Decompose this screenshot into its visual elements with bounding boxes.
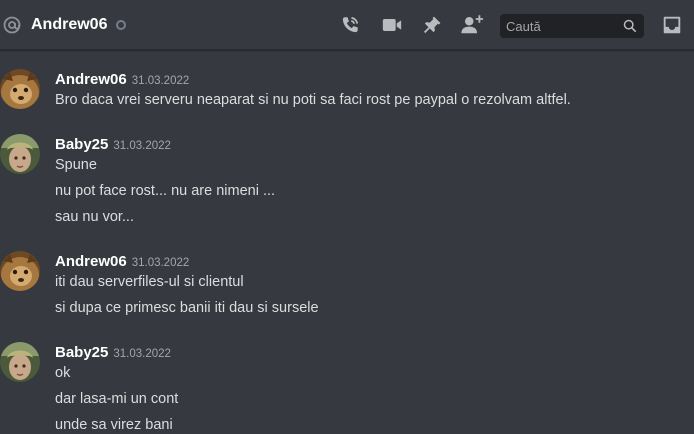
message-text: ok: [55, 365, 71, 381]
message-header: Andrew06 31.03.2022: [55, 69, 189, 91]
message-group: Baby25 31.03.2022 Spune nu pot face rost.…: [0, 134, 694, 229]
message-list: Andrew06 31.03.2022 Bro daca vrei serveru…: [0, 51, 694, 434]
message-header: Andrew06 31.03.2022: [55, 251, 189, 273]
search-box[interactable]: [500, 14, 644, 38]
offline-status-icon: [116, 20, 126, 30]
author-name[interactable]: Baby25: [55, 344, 108, 361]
message-group: Andrew06 31.03.2022 iti dau serverfiles-u…: [0, 251, 694, 321]
start-video-call-icon: [382, 19, 402, 31]
message-text: iti dau serverfiles-ul si clientul: [55, 274, 244, 290]
dm-header: Andrew06: [0, 0, 694, 50]
author-name[interactable]: Andrew06: [55, 253, 127, 270]
search-input[interactable]: [500, 14, 618, 38]
inbox-icon: [663, 16, 681, 34]
at-icon: [3, 16, 21, 34]
avatar[interactable]: [0, 251, 40, 291]
add-friends-to-dm-icon: [461, 15, 484, 34]
avatar[interactable]: [0, 134, 40, 174]
message-timestamp: 31.03.2022: [131, 257, 190, 269]
message-timestamp: 31.03.2022: [131, 75, 190, 87]
add-friends-to-dm-button[interactable]: [460, 13, 484, 37]
inbox-button[interactable]: [660, 13, 684, 37]
author-name[interactable]: Andrew06: [55, 71, 127, 88]
message-text: Spune: [55, 157, 97, 173]
message-header: Baby25 31.03.2022: [55, 342, 171, 364]
message-text: unde sa virez bani: [55, 417, 173, 433]
dm-window: Andrew06 Caută Andrew06 31.03.2022 Bro d…: [0, 0, 694, 434]
avatar[interactable]: [0, 342, 40, 382]
message-text: sau nu vor...: [55, 209, 134, 225]
search-icon[interactable]: [623, 19, 637, 33]
message-text: si dupa ce primesc banii iti dau si surs…: [55, 300, 319, 316]
message-group: Baby25 31.03.2022 ok dar lasa-mi un cont …: [0, 342, 694, 434]
start-video-call-button[interactable]: [380, 13, 404, 37]
start-voice-call-icon: [342, 16, 359, 33]
message-text: Bro daca vrei serveru neaparat si nu pot…: [55, 92, 571, 108]
pinned-messages-icon: [423, 16, 441, 34]
message-header: Baby25 31.03.2022: [55, 134, 171, 156]
pinned-messages-button[interactable]: [420, 13, 444, 37]
dm-title: Andrew06: [31, 16, 108, 33]
message-timestamp: 31.03.2022: [113, 348, 171, 360]
message-group: Andrew06 31.03.2022 Bro daca vrei serveru…: [0, 69, 694, 113]
author-name[interactable]: Baby25: [55, 136, 108, 153]
message-timestamp: 31.03.2022: [113, 140, 171, 152]
avatar[interactable]: [0, 69, 40, 109]
message-text: dar lasa-mi un cont: [55, 391, 179, 407]
start-voice-call-button[interactable]: [338, 13, 362, 37]
message-text: nu pot face rost... nu are nimeni ...: [55, 183, 276, 199]
